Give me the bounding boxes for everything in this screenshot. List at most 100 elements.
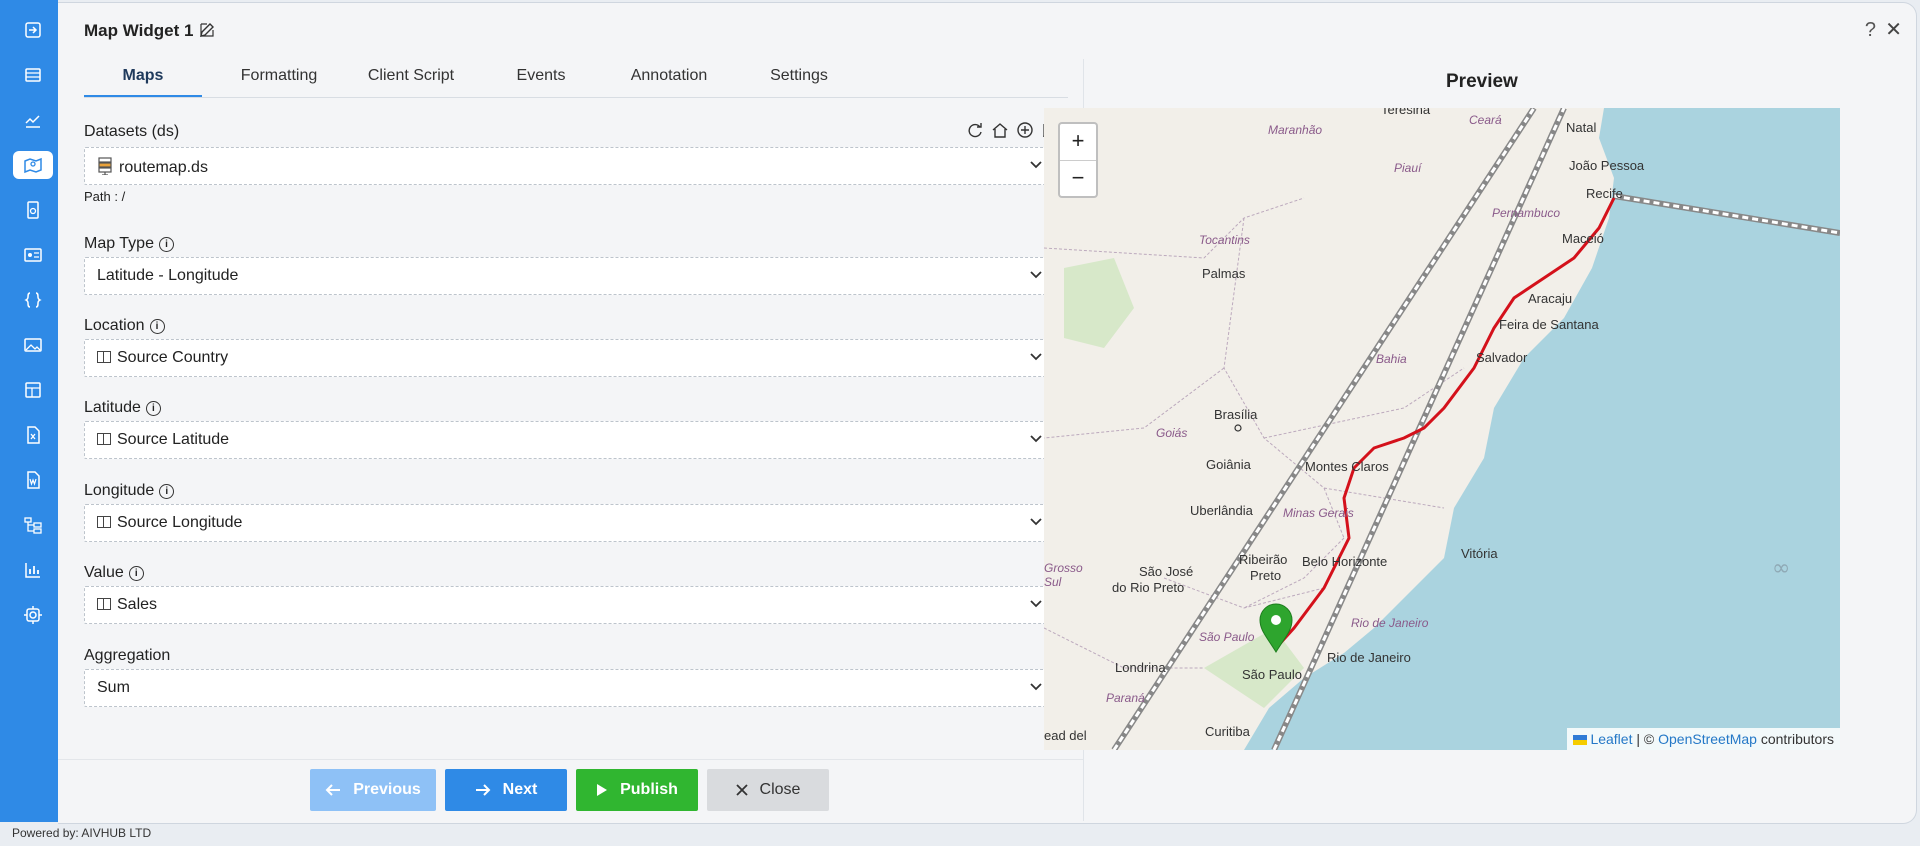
map-label: Aracaju: [1528, 291, 1573, 306]
map-label: Montes Claros: [1305, 459, 1389, 474]
latitude-label: Latitude i: [84, 399, 161, 417]
map-label: Goiás: [1156, 426, 1188, 440]
tab-annotation[interactable]: Annotation: [604, 61, 734, 95]
close-icon[interactable]: ✕: [1885, 17, 1902, 42]
value-select[interactable]: Sales: [84, 586, 1060, 624]
word-file-icon[interactable]: [13, 466, 53, 494]
play-icon: [597, 784, 608, 796]
latitude-select[interactable]: Source Latitude: [84, 421, 1060, 459]
gear-icon[interactable]: [13, 601, 53, 629]
braces-icon[interactable]: [13, 286, 53, 314]
tab-settings[interactable]: Settings: [734, 61, 864, 95]
map-label: Teresina: [1381, 108, 1431, 117]
sign-in-icon[interactable]: [13, 16, 53, 44]
add-circle-icon[interactable]: [1016, 121, 1034, 139]
map-label: Salvador: [1476, 350, 1528, 365]
home-icon[interactable]: [991, 121, 1009, 139]
tab-formatting[interactable]: Formatting: [214, 61, 344, 95]
tab-maps[interactable]: Maps: [84, 61, 202, 97]
sea-line: [1613, 194, 1840, 235]
layout-icon[interactable]: [13, 376, 53, 404]
image-icon[interactable]: [13, 331, 53, 359]
tab-events[interactable]: Events: [476, 61, 606, 95]
map-type-value: Latitude - Longitude: [97, 267, 239, 284]
table-icon[interactable]: [13, 61, 53, 89]
info-icon[interactable]: i: [158, 237, 174, 252]
map-label: Rio de Janeiro: [1327, 650, 1411, 665]
arrow-left-icon: [325, 784, 341, 796]
aggregation-select[interactable]: Sum: [84, 669, 1060, 707]
zoom-control: + −: [1058, 122, 1098, 198]
map-label: Ribeirão: [1239, 552, 1288, 567]
line-chart-icon[interactable]: [13, 106, 53, 134]
next-button[interactable]: Next: [445, 769, 567, 811]
map-label: Vitória: [1461, 546, 1498, 561]
tab-client-script[interactable]: Client Script: [346, 61, 476, 95]
column-icon: [97, 351, 111, 363]
bar-chart-icon[interactable]: [13, 556, 53, 584]
map-label: Goiânia: [1206, 457, 1251, 472]
column-icon: [97, 598, 111, 610]
chevron-down-icon: [1030, 600, 1042, 608]
info-icon[interactable]: i: [159, 484, 175, 499]
document-badge-icon[interactable]: [13, 196, 53, 224]
excel-file-icon[interactable]: [13, 421, 53, 449]
zoom-out-button[interactable]: −: [1060, 161, 1096, 197]
publish-button[interactable]: Publish: [576, 769, 698, 811]
info-icon[interactable]: i: [149, 319, 165, 334]
map-type-select[interactable]: Latitude - Longitude: [84, 257, 1060, 295]
help-icon[interactable]: ?: [1865, 19, 1876, 42]
infinity-mark: ∞: [1772, 556, 1790, 581]
map-label: Recife: [1586, 186, 1623, 201]
info-icon[interactable]: i: [145, 401, 161, 416]
previous-button[interactable]: Previous: [310, 769, 436, 811]
location-value: Source Country: [117, 349, 229, 366]
preview-title: Preview: [1446, 71, 1518, 92]
chevron-down-icon: [1030, 683, 1042, 691]
arrow-right-icon: [475, 784, 491, 796]
map-label: Uberlândia: [1190, 503, 1253, 518]
chevron-down-icon: [1030, 353, 1042, 361]
column-icon: [97, 516, 111, 528]
datasets-select[interactable]: routemap.ds: [84, 147, 1060, 185]
zoom-in-button[interactable]: +: [1060, 124, 1096, 161]
osm-link[interactable]: OpenStreetMap: [1658, 731, 1757, 747]
map-label: Brasília: [1214, 407, 1258, 422]
value-label: Value i: [84, 564, 144, 582]
info-icon[interactable]: i: [128, 566, 144, 581]
chevron-down-icon: [1030, 161, 1042, 169]
map-icon[interactable]: [13, 151, 53, 179]
datasets-label: Datasets (ds): [84, 123, 180, 140]
location-select[interactable]: Source Country: [84, 339, 1060, 377]
contact-card-icon[interactable]: [13, 241, 53, 269]
tree-diagram-icon[interactable]: [13, 511, 53, 539]
map-type-label: Map Type i: [84, 235, 174, 253]
aggregation-value: Sum: [97, 679, 130, 696]
footer-divider: [58, 759, 1083, 760]
attribution-separator: | ©: [1632, 731, 1659, 747]
map-label: Grosso: [1044, 561, 1083, 575]
map-label: João Pessoa: [1569, 158, 1645, 173]
map-label: Belo Horizonte: [1302, 554, 1388, 569]
map-label: Rio de Janeiro: [1351, 616, 1429, 630]
edit-icon[interactable]: [198, 21, 216, 39]
latitude-value: Source Latitude: [117, 431, 230, 448]
map-label: Palmas: [1202, 266, 1246, 281]
close-button[interactable]: Close: [707, 769, 829, 811]
chevron-down-icon: [1030, 435, 1042, 443]
map-label: São Paulo: [1199, 630, 1255, 644]
aggregation-label: Aggregation: [84, 647, 171, 664]
longitude-value: Source Longitude: [117, 514, 243, 531]
database-icon: [98, 157, 112, 176]
longitude-select[interactable]: Source Longitude: [84, 504, 1060, 542]
publish-label: Publish: [620, 781, 678, 798]
map-label: Maceió: [1562, 231, 1604, 246]
refresh-icon[interactable]: [966, 121, 984, 139]
map-label: Bahia: [1376, 352, 1407, 366]
attribution-tail: contributors: [1756, 731, 1834, 747]
map-preview[interactable]: ∞ Teresina Ceará Natal Maranhão João Pes…: [1044, 108, 1840, 750]
map-attribution: Leaflet | © OpenStreetMap contributors: [1566, 728, 1840, 750]
leaflet-link[interactable]: Leaflet: [1590, 731, 1632, 747]
ukraine-flag-icon: [1572, 735, 1587, 745]
dataset-path: Path : /: [84, 189, 126, 204]
